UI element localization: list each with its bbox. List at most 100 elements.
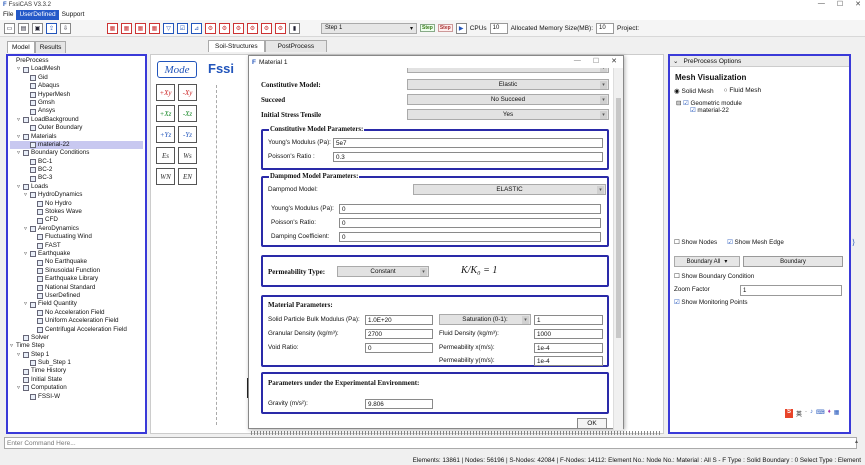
tree-item[interactable]: ▿ Boundary Conditions: [10, 149, 143, 157]
tree-item[interactable]: ▿ Earthquake: [10, 250, 143, 258]
tree-item[interactable]: Uniform Acceleration Field: [10, 317, 143, 325]
view-es-icon[interactable]: Es: [156, 147, 175, 164]
view-plus-yz-icon[interactable]: +Yz: [156, 126, 175, 143]
solid-bulk-input[interactable]: 1.0E+20: [365, 315, 433, 325]
tree-item[interactable]: FSSI-W: [10, 393, 143, 401]
step-button-2[interactable]: Step: [437, 24, 453, 32]
check-icon[interactable]: ☑: [177, 22, 188, 34]
tree-item[interactable]: Stokes Wave: [10, 208, 143, 216]
grid-icon-3[interactable]: ▦: [135, 22, 146, 34]
tree-item[interactable]: FAST: [10, 242, 143, 250]
tree-item[interactable]: PreProcess: [10, 57, 143, 65]
constitutive-select[interactable]: Elastic ▾: [407, 79, 609, 90]
granular-input[interactable]: 2700: [365, 329, 433, 339]
tree-item[interactable]: No Earthquake: [10, 258, 143, 266]
menu-support[interactable]: Support: [59, 10, 88, 20]
new-file-icon[interactable]: ▭: [4, 22, 15, 34]
process-icon-1[interactable]: ⚙: [205, 22, 216, 34]
permx-input[interactable]: 1e-4: [534, 343, 603, 353]
dialog-scroll-thumb[interactable]: [616, 98, 621, 338]
ok-button[interactable]: OK: [577, 418, 607, 429]
zoom-input[interactable]: 1: [740, 285, 842, 296]
tab-results[interactable]: Results: [34, 41, 67, 53]
ime-punct-icon[interactable]: ·: [805, 409, 807, 418]
ime-logo-icon[interactable]: S: [785, 409, 794, 418]
ime-keyboard-icon[interactable]: ⌨: [816, 409, 825, 418]
view-minus-xz-icon[interactable]: -Xz: [178, 105, 197, 122]
saturation-input[interactable]: 1: [534, 315, 603, 325]
tree-item[interactable]: HyperMesh: [10, 91, 143, 99]
succeed-select[interactable]: No Succeed ▾: [407, 94, 609, 105]
fluid-input[interactable]: 1000: [534, 329, 603, 339]
import-icon[interactable]: ⇪: [46, 22, 57, 34]
tree-item[interactable]: ▿ Time Step: [10, 342, 143, 350]
command-input[interactable]: Enter Command Here...: [4, 437, 857, 449]
saturation-select[interactable]: Saturation (0-1): ▾: [439, 314, 531, 325]
dp-poisson-input[interactable]: 0: [339, 218, 601, 228]
save-icon[interactable]: ▣: [32, 22, 43, 34]
tree-item[interactable]: BC-1: [10, 158, 143, 166]
grid-icon-4[interactable]: ▦: [149, 22, 160, 34]
tab-postprocess[interactable]: PostProcess: [264, 40, 328, 52]
filter-icon[interactable]: ▽: [163, 22, 174, 34]
expand-right-icon[interactable]: ⟩: [852, 238, 855, 247]
tree-item[interactable]: Sub_Step 1: [10, 359, 143, 367]
process-icon-4[interactable]: ⚙: [247, 22, 258, 34]
tree-item[interactable]: ▿ HydroDynamics: [10, 191, 143, 199]
memory-input[interactable]: 10: [596, 22, 615, 34]
dialog-scrollbar[interactable]: [613, 68, 623, 430]
process-icon-5[interactable]: ⚙: [261, 22, 272, 34]
tree-item[interactable]: Time History: [10, 367, 143, 375]
tree-item[interactable]: Centrifugal Acceleration Field: [10, 326, 143, 334]
geom-module-item[interactable]: ⊟ ☑ Geometric module: [676, 100, 742, 107]
ime-lang-icon[interactable]: 英: [796, 409, 802, 418]
tree-item[interactable]: ▿ AeroDynamics: [10, 225, 143, 233]
tree-item[interactable]: Gid: [10, 74, 143, 82]
tree-item[interactable]: Gmsh: [10, 99, 143, 107]
export-icon[interactable]: ⇩: [60, 22, 71, 34]
show-nodes-checkbox[interactable]: ☐ Show Nodes: [674, 239, 717, 246]
view-plus-xy-icon[interactable]: +Xy: [156, 84, 175, 101]
perm-type-select[interactable]: Constant ▾: [337, 266, 429, 277]
tree-item[interactable]: Ansys: [10, 107, 143, 115]
tree-item[interactable]: UserDefined: [10, 292, 143, 300]
cpus-input[interactable]: 10: [489, 22, 508, 34]
tree-item[interactable]: ▿ Computation: [10, 384, 143, 392]
menu-file[interactable]: File: [0, 10, 16, 20]
solid-mesh-radio[interactable]: ◉ Solid Mesh: [674, 87, 714, 95]
mesh-material-item[interactable]: ☑ material-22: [676, 107, 742, 114]
show-monitoring-checkbox[interactable]: ☑ Show Monitoring Points: [674, 299, 748, 306]
tree-item[interactable]: No Hydro: [10, 200, 143, 208]
tree-item[interactable]: ▿ Materials: [10, 133, 143, 141]
maximize-icon[interactable]: ☐: [837, 0, 843, 8]
young-input[interactable]: 5e7: [333, 138, 603, 148]
ime-mic-icon[interactable]: ♪: [810, 409, 813, 418]
tree-item[interactable]: Earthquake Library: [10, 275, 143, 283]
tree-item[interactable]: BC-2: [10, 166, 143, 174]
tree-item[interactable]: Fluctuating Wind: [10, 233, 143, 241]
step-button-1[interactable]: Step: [420, 24, 435, 32]
tree-item[interactable]: CFD: [10, 216, 143, 224]
tree-item[interactable]: material-22: [10, 140, 143, 150]
show-boundary-checkbox[interactable]: ☐ Show Boundary Condition: [674, 273, 754, 280]
tree-item[interactable]: ▿ Step 1: [10, 351, 143, 359]
gravity-input[interactable]: 9.806: [365, 399, 433, 409]
poisson-input[interactable]: 0.3: [333, 152, 603, 162]
grid-icon-2[interactable]: ▦: [121, 22, 132, 34]
show-mesh-edge-checkbox[interactable]: ☑ Show Mesh Edge: [727, 239, 784, 246]
tree-item[interactable]: ▿ LoadMesh: [10, 65, 143, 73]
tree-item[interactable]: BC-3: [10, 174, 143, 182]
tab-soil-structures[interactable]: Soil-Structures: [208, 40, 265, 52]
permy-input[interactable]: 1e-4: [534, 356, 603, 366]
process-icon-6[interactable]: ⚙: [275, 22, 286, 34]
boundary-button[interactable]: Boundary: [743, 256, 843, 267]
process-icon-2[interactable]: ⚙: [219, 22, 230, 34]
void-input[interactable]: 0: [365, 343, 433, 353]
process-icon-3[interactable]: ⚙: [233, 22, 244, 34]
tree-item[interactable]: ▿ LoadBackground: [10, 116, 143, 124]
tree-item[interactable]: Outer Boundary: [10, 124, 143, 132]
view-minus-yz-icon[interactable]: -Yz: [178, 126, 197, 143]
initstress-select[interactable]: Yes ▾: [407, 109, 609, 120]
tree-item[interactable]: ▿ Field Quantity: [10, 300, 143, 308]
dialog-minimize-icon[interactable]: —: [574, 57, 581, 65]
